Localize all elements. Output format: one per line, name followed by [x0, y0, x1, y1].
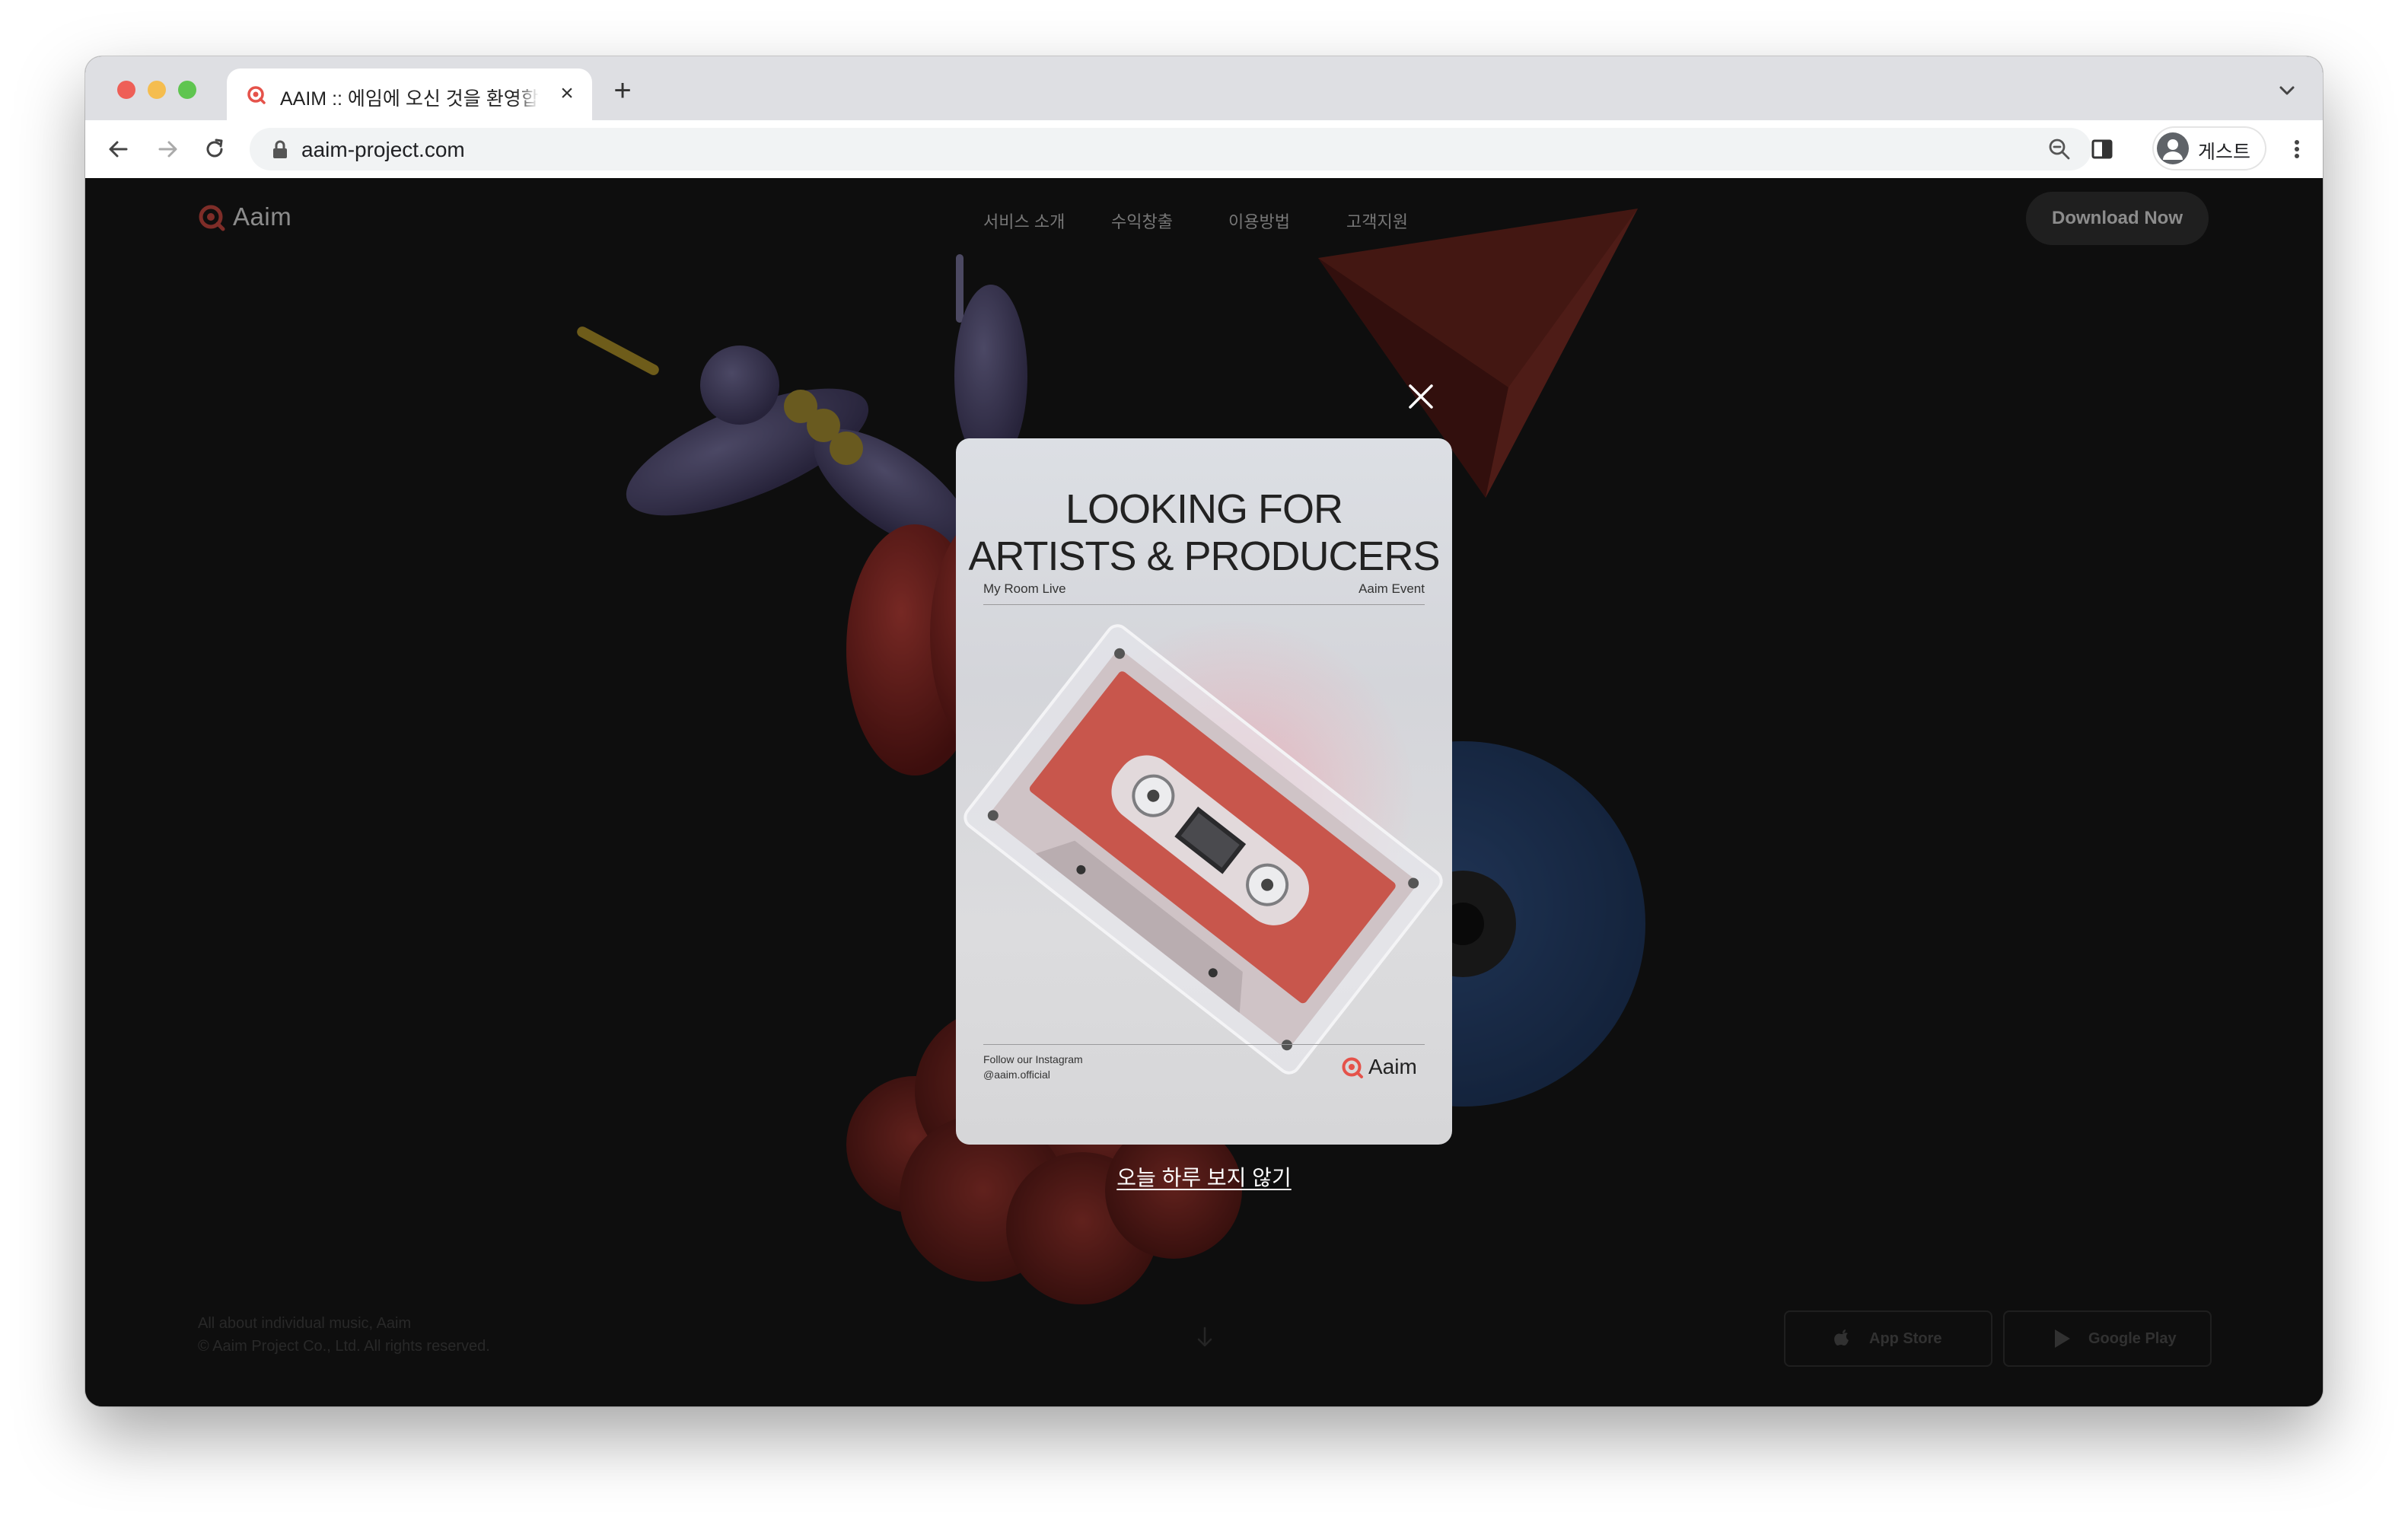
cassette-tape-illustration — [964, 624, 1443, 1075]
tab-strip: AAIM :: 에임에 오신 것을 환영합니다 × + — [85, 56, 2323, 120]
browser-window: AAIM :: 에임에 오신 것을 환영합니다 × + aaim-project… — [85, 56, 2323, 1406]
lock-icon[interactable] — [271, 140, 289, 160]
browser-toolbar: aaim-project.com 게스트 — [85, 120, 2323, 179]
zoom-window-button[interactable] — [178, 81, 196, 99]
close-window-button[interactable] — [117, 81, 135, 99]
aaim-favicon-icon — [247, 86, 266, 104]
guest-avatar-icon — [2157, 132, 2189, 164]
tab-search-chevron-icon[interactable] — [2274, 78, 2300, 103]
url-text[interactable]: aaim-project.com — [301, 138, 465, 162]
aaim-website: Aaim 서비스 소개 수익창출 이용방법 고객지원 Download Now … — [85, 178, 2323, 1406]
close-popup-icon[interactable] — [1402, 377, 1440, 416]
profile-label: 게스트 — [2198, 142, 2251, 163]
more-menu-icon[interactable] — [2289, 134, 2304, 164]
reload-icon[interactable] — [199, 134, 230, 164]
forward-arrow-icon[interactable] — [152, 134, 183, 164]
poster-follow-line-2: @aaim.official — [983, 1068, 1050, 1081]
back-arrow-icon[interactable] — [104, 134, 134, 164]
profile-button[interactable]: 게스트 — [2152, 126, 2266, 170]
event-poster-popup[interactable]: LOOKING FOR ARTISTS & PRODUCERS My Room … — [956, 438, 1452, 1145]
new-tab-button[interactable]: + — [607, 75, 638, 107]
poster-aaim-logo-mark-icon — [1342, 1057, 1363, 1078]
zoom-out-icon[interactable] — [2047, 137, 2072, 161]
address-bar[interactable]: aaim-project.com — [250, 128, 2091, 170]
tab-aaim[interactable]: AAIM :: 에임에 오신 것을 환영합니다 × — [227, 68, 592, 120]
tab-close-icon[interactable]: × — [554, 81, 580, 107]
side-panel-icon[interactable] — [2087, 134, 2117, 164]
poster-bottom-divider — [983, 1044, 1425, 1045]
dismiss-today-link[interactable]: 오늘 하루 보지 않기 — [1052, 1161, 1356, 1192]
tab-title: AAIM :: 에임에 오신 것을 환영합니다 — [280, 84, 539, 111]
poster-follow-line-1: Follow our Instagram — [983, 1053, 1083, 1065]
poster-logo-text: Aaim — [1368, 1055, 1417, 1078]
minimize-window-button[interactable] — [148, 81, 166, 99]
